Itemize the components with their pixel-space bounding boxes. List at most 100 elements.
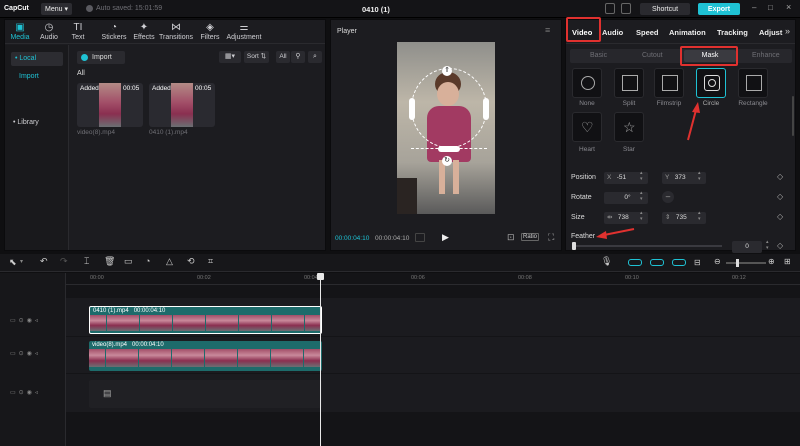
import-button[interactable]: Import — [77, 51, 125, 64]
link-icon[interactable] — [650, 259, 664, 266]
preview-axis-icon[interactable] — [672, 259, 686, 266]
timeline-clip-selected[interactable]: 0410 (1).mp4 00:00:04:10 — [89, 306, 322, 334]
filter-icon[interactable]: ⚲ — [291, 51, 305, 63]
select-dropdown-icon[interactable]: ▾ — [20, 258, 23, 265]
track-controls[interactable]: ▭⊙◉◃ — [10, 317, 41, 324]
select-tool-icon[interactable]: ⬉ — [9, 257, 17, 268]
fit-timeline-icon[interactable]: ⊞ — [784, 257, 791, 266]
menu-button[interactable]: Menu ▾ — [41, 3, 72, 15]
sidebar-item-library[interactable]: • Library — [13, 119, 39, 126]
undo-icon[interactable]: ↶ — [40, 256, 48, 267]
rotate-keyframe-icon[interactable]: ◇ — [777, 192, 783, 201]
x-stepper-icon[interactable]: ▴ ▾ — [640, 170, 643, 182]
feather-arrow-icon[interactable]: ⇑ — [442, 66, 452, 76]
subtab-basic[interactable]: Basic — [590, 52, 607, 59]
mask-none-option[interactable] — [572, 68, 602, 98]
monitor-icon[interactable] — [621, 3, 631, 14]
rotate-tool-icon[interactable]: ⟲ — [187, 256, 195, 267]
sidebar-item-import[interactable]: Import — [19, 73, 39, 80]
magnet-icon[interactable] — [628, 259, 642, 266]
minimize-icon[interactable]: – — [752, 3, 756, 12]
split-tool-icon[interactable]: ⌶ — [84, 256, 89, 267]
rotate-stepper-icon[interactable]: ▴ ▾ — [640, 190, 643, 202]
tab-filters[interactable]: ◈ Filters — [198, 20, 222, 42]
inspector-scrollbar[interactable] — [792, 96, 794, 136]
playhead[interactable] — [320, 273, 321, 446]
export-button[interactable]: Export — [698, 3, 740, 15]
mask-right-handle[interactable] — [483, 98, 489, 120]
layout-icon[interactable] — [605, 3, 615, 14]
playhead-handle[interactable] — [317, 273, 324, 280]
reverse-icon[interactable]: ◔ — [145, 256, 150, 266]
filter-all-button[interactable]: All — [276, 51, 290, 63]
search-icon[interactable]: ⌕ — [308, 51, 322, 63]
timeline-clip[interactable]: video(8).mp4 00:00:04:10 — [89, 341, 322, 371]
tab-audio[interactable]: ◷ Audio — [38, 20, 60, 42]
play-icon[interactable]: ▶ — [442, 232, 449, 243]
tab-adjust[interactable]: Adjust — [759, 28, 783, 37]
more-tabs-icon[interactable]: » — [785, 26, 790, 36]
tab-effects[interactable]: ✦ Effects — [132, 20, 156, 42]
tab-adjustment[interactable]: ⚌ Adjustment — [224, 20, 264, 42]
rotate-reset-icon[interactable]: – — [662, 191, 674, 203]
tab-text[interactable]: TI Text — [69, 20, 87, 42]
feather-stepper-icon[interactable]: ▴ ▾ — [766, 239, 769, 251]
feather-keyframe-icon[interactable]: ◇ — [777, 241, 783, 250]
mask-star-option[interactable]: ☆ — [614, 112, 644, 142]
mask-filmstrip-option[interactable] — [654, 68, 684, 98]
frame-icon[interactable] — [415, 233, 425, 242]
mask-rectangle-option[interactable] — [738, 68, 768, 98]
tab-transitions[interactable]: ⋈ Transitions — [158, 20, 194, 42]
maximize-icon[interactable]: □ — [768, 3, 773, 12]
time-ruler[interactable]: 00:00 00:02 00:04 00:06 00:08 00:10 00:1… — [66, 273, 800, 285]
subtab-enhance[interactable]: Enhance — [752, 52, 780, 59]
video-preview[interactable]: ⇑ ↻ — [397, 42, 495, 214]
tab-tracking[interactable]: Tracking — [717, 28, 748, 37]
empty-track-slot[interactable]: ▤ — [89, 380, 322, 408]
track-controls[interactable]: ▭⊙◉◃ — [10, 350, 41, 357]
freeze-icon[interactable]: ▭ — [124, 256, 133, 267]
tab-stickers[interactable]: ◔ Stickers — [100, 20, 128, 42]
size-keyframe-icon[interactable]: ◇ — [777, 212, 783, 221]
tab-audio[interactable]: Audio — [602, 28, 623, 37]
tab-animation[interactable]: Animation — [669, 28, 706, 37]
feather-slider[interactable] — [572, 242, 722, 250]
redo-icon[interactable]: ↷ — [60, 256, 68, 267]
track-controls[interactable]: ▭⊙◉◃ — [10, 389, 41, 396]
sort-button[interactable]: Sort ⇅ — [244, 51, 269, 63]
ratio-button[interactable]: Ratio — [521, 233, 540, 241]
feather-knob[interactable] — [572, 242, 576, 250]
shortcut-button[interactable]: Shortcut — [640, 3, 690, 15]
split-view-icon[interactable]: ⊟ — [694, 258, 701, 267]
zoom-out-icon[interactable]: ⊖ — [714, 257, 721, 266]
media-thumb[interactable]: Added 00:05 — [77, 83, 143, 127]
fit-icon[interactable]: ⊡ — [507, 232, 515, 243]
tab-media[interactable]: ▣ Media — [8, 20, 32, 42]
player-menu-icon[interactable]: ≡ — [545, 25, 550, 35]
media-thumb[interactable]: Added 00:05 — [149, 83, 215, 127]
sidebar-item-local[interactable]: • Local — [11, 52, 63, 66]
mirror-icon[interactable]: △ — [166, 256, 173, 267]
fullscreen-icon[interactable]: ⛶ — [548, 232, 554, 243]
grid-view-button[interactable]: ▦▾ — [219, 51, 241, 63]
width-stepper-icon[interactable]: ▴ ▾ — [640, 210, 643, 222]
zoom-in-icon[interactable]: ⊕ — [768, 257, 775, 266]
height-stepper-icon[interactable]: ▴ ▾ — [698, 210, 701, 222]
mask-circle-outline[interactable] — [411, 68, 487, 148]
mask-circle-option[interactable] — [696, 68, 726, 98]
microphone-icon[interactable]: 🎙 — [601, 256, 612, 267]
mask-left-handle[interactable] — [409, 98, 415, 120]
y-stepper-icon[interactable]: ▴ ▾ — [698, 170, 701, 182]
feather-value[interactable]: 0 — [732, 241, 762, 253]
mask-split-option[interactable] — [614, 68, 644, 98]
delete-icon[interactable]: 🗑 — [104, 256, 115, 267]
rotate-icon[interactable]: ↻ — [442, 156, 452, 166]
tab-speed[interactable]: Speed — [636, 28, 659, 37]
mask-bottom-handle[interactable] — [438, 146, 460, 152]
zoom-slider[interactable] — [726, 259, 766, 267]
close-icon[interactable]: × — [786, 2, 791, 12]
mask-heart-option[interactable]: ♡ — [572, 112, 602, 142]
subtab-cutout[interactable]: Cutout — [642, 52, 663, 59]
position-keyframe-icon[interactable]: ◇ — [777, 172, 783, 181]
crop-icon[interactable]: ⌗ — [208, 256, 213, 267]
